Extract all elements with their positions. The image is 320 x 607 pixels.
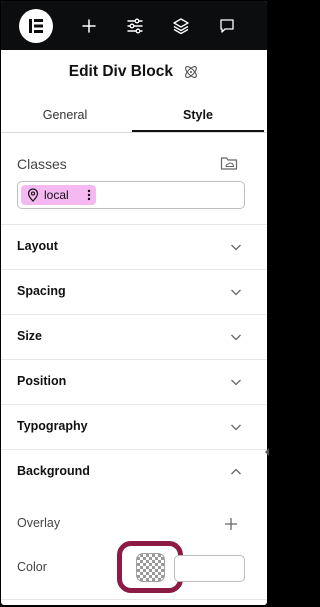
page-title: Edit Div Block [68, 63, 173, 80]
class-chip-label: local [44, 188, 69, 202]
atom-icon [185, 66, 198, 78]
color-value-input[interactable] [174, 555, 245, 582]
section-label: Typography [17, 419, 88, 433]
chevron-down-icon [231, 424, 241, 431]
overlay-label: Overlay [17, 516, 61, 530]
section-label: Size [17, 329, 43, 343]
add-overlay-icon[interactable] [224, 517, 238, 531]
tab-general[interactable]: General [1, 98, 129, 131]
chevron-up-icon [231, 468, 241, 475]
section-label: Layout [17, 239, 58, 253]
tab-style[interactable]: Style [132, 98, 264, 132]
color-label: Color [17, 560, 47, 574]
section-label: Background [17, 464, 90, 478]
classes-label: Classes [17, 156, 67, 172]
chevron-down-icon [231, 379, 241, 386]
section-layout[interactable]: Layout [1, 224, 267, 270]
top-toolbar [1, 1, 267, 50]
layers-icon [173, 17, 189, 34]
chat-icon [220, 18, 234, 33]
location-pin-icon [27, 188, 39, 202]
comments-button[interactable] [204, 1, 250, 50]
color-swatch[interactable] [135, 552, 165, 582]
section-label: Position [17, 374, 67, 388]
classes-input[interactable]: local [17, 181, 245, 209]
section-spacing[interactable]: Spacing [1, 269, 267, 315]
divider [1, 599, 267, 600]
editor-panel: Edit Div Block General Style Classes loc… [1, 1, 267, 605]
site-settings-button[interactable] [112, 1, 158, 50]
section-background[interactable]: Background [1, 449, 267, 495]
section-position[interactable]: Position [1, 359, 267, 405]
structure-button[interactable] [158, 1, 204, 50]
class-chip[interactable]: local [21, 185, 96, 205]
panel-resize-handle[interactable] [265, 448, 269, 456]
section-typography[interactable]: Typography [1, 404, 267, 450]
add-element-button[interactable] [66, 1, 112, 50]
chevron-down-icon [231, 334, 241, 341]
elementor-logo-icon [19, 8, 53, 43]
plus-icon [82, 18, 96, 33]
cloud-folder-icon[interactable] [220, 155, 238, 171]
section-label: Spacing [17, 284, 66, 298]
more-options-icon[interactable] [84, 187, 94, 203]
sliders-icon [127, 18, 143, 33]
section-size[interactable]: Size [1, 314, 267, 360]
tab-bar: General Style [1, 98, 267, 133]
panel-header: Edit Div Block [1, 63, 267, 81]
chevron-down-icon [231, 244, 241, 251]
chevron-down-icon [231, 289, 241, 296]
elementor-logo-button[interactable] [13, 1, 59, 50]
